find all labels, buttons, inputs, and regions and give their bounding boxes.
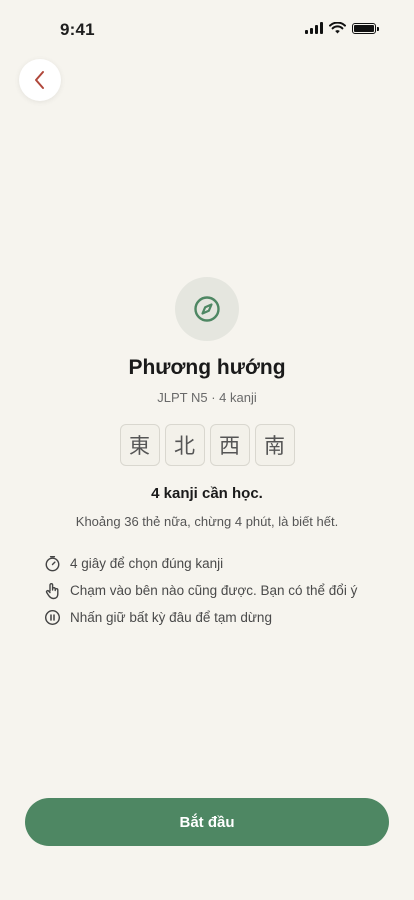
status-icons <box>305 22 379 34</box>
session-estimate: Khoảng 36 thẻ nữa, chừng 4 phút, là biết… <box>75 514 339 529</box>
pause-icon <box>43 609 61 627</box>
tip-text: Chạm vào bên nào cũng được. Bạn có thể đ… <box>70 583 358 598</box>
tap-hand-icon <box>43 582 61 600</box>
kanji-tile: 西 <box>209 424 250 466</box>
kanji-tile: 南 <box>254 424 295 466</box>
tip-text: 4 giây để chọn đúng kanji <box>70 556 224 571</box>
wifi-icon <box>329 22 346 34</box>
tip-text: Nhấn giữ bất kỳ đâu để tạm dừng <box>70 610 272 625</box>
status-time: 9:41 <box>60 20 95 39</box>
kanji-tile: 東 <box>119 424 160 466</box>
cellular-signal-icon <box>305 22 323 34</box>
back-button[interactable] <box>19 59 61 101</box>
start-button[interactable]: Bắt đầu <box>25 798 389 846</box>
chevron-left-icon <box>35 71 44 89</box>
tips-list: 4 giây để chọn đúng kanji Chạm vào bên n… <box>43 550 403 631</box>
timer-icon <box>43 555 61 573</box>
topic-icon-badge <box>175 277 239 341</box>
tip-item: Nhấn giữ bất kỳ đâu để tạm dừng <box>43 604 403 631</box>
status-bar: 9:41 <box>0 0 414 56</box>
battery-icon <box>352 22 379 34</box>
tip-item: Chạm vào bên nào cũng được. Bạn có thể đ… <box>43 577 403 604</box>
kanji-tile: 北 <box>164 424 205 466</box>
kanji-list: 東 北 西 南 <box>0 424 414 466</box>
compass-icon <box>194 296 220 322</box>
kanji-count-heading: 4 kanji cần học. <box>151 485 263 502</box>
tip-item: 4 giây để chọn đúng kanji <box>43 550 403 577</box>
topic-title: Phương hướng <box>128 356 286 379</box>
topic-subtitle: JLPT N5 · 4 kanji <box>157 390 257 405</box>
